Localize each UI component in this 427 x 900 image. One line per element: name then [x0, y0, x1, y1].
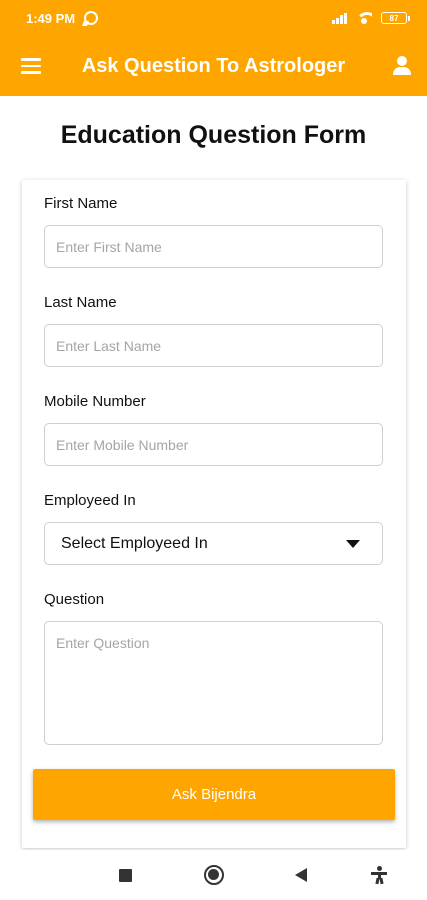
recents-icon[interactable] — [119, 869, 132, 882]
first-name-label: First Name — [44, 195, 118, 212]
dropdown-arrow-icon — [346, 540, 360, 548]
app-title: Ask Question To Astrologer — [81, 55, 346, 77]
question-textarea[interactable] — [44, 621, 383, 745]
mobile-number-label: Mobile Number — [44, 393, 146, 410]
form-card: First Name Last Name Mobile Number Emplo… — [22, 180, 406, 848]
home-icon[interactable] — [204, 865, 224, 885]
question-label: Question — [44, 591, 105, 608]
account-icon[interactable] — [392, 56, 412, 76]
employed-in-selected-value: Select Employeed In — [61, 535, 208, 552]
accessibility-icon[interactable] — [371, 866, 387, 885]
app-bar: Ask Question To Astrologer — [0, 38, 427, 96]
status-bar: 1:49 PM 87 — [0, 0, 427, 38]
last-name-label: Last Name — [44, 294, 117, 311]
battery-icon: 87 — [381, 12, 410, 24]
form-title: Education Question Form — [60, 121, 367, 149]
employed-in-label: Employeed In — [44, 492, 136, 509]
status-time: 1:49 PM — [26, 11, 76, 26]
mobile-number-input[interactable] — [44, 423, 383, 466]
system-nav-bar — [0, 850, 427, 900]
ask-bijendra-button[interactable]: Ask Bijendra — [33, 769, 395, 820]
back-icon[interactable] — [295, 868, 307, 882]
signal-icon — [332, 12, 347, 24]
status-icons: 87 — [332, 12, 410, 24]
whatsapp-icon — [84, 11, 98, 25]
last-name-input[interactable] — [44, 324, 383, 367]
wifi-icon — [356, 12, 372, 24]
employed-in-select[interactable]: Select Employeed In — [44, 522, 383, 565]
first-name-input[interactable] — [44, 225, 383, 268]
